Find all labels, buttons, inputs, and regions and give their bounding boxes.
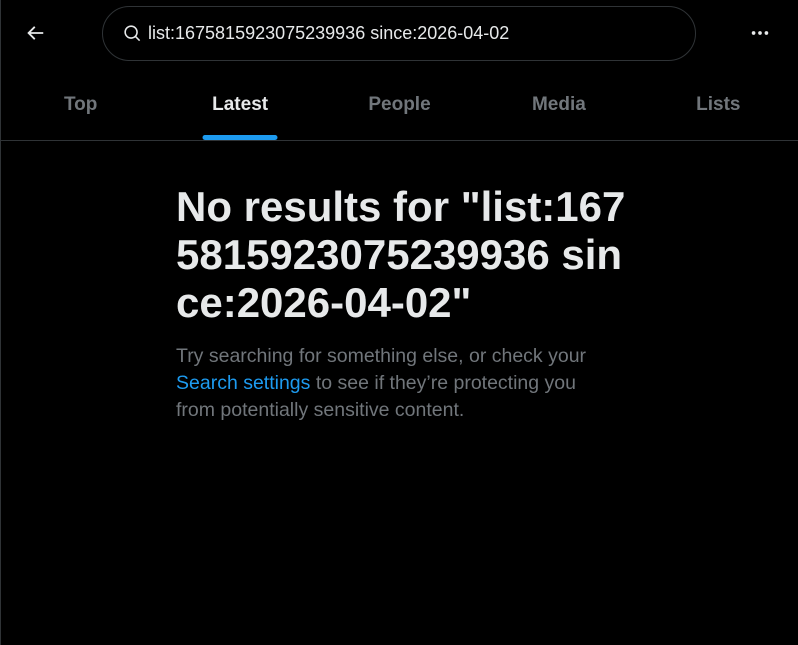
search-tabs: Top Latest People Media Lists: [1, 70, 798, 141]
back-button[interactable]: [16, 16, 54, 54]
tab-label: Lists: [696, 94, 741, 115]
more-horizontal-icon: [749, 22, 771, 49]
empty-desc-text: Try searching for something else, or che…: [176, 345, 587, 367]
search-input[interactable]: [148, 18, 695, 49]
tab-label: Latest: [212, 94, 269, 115]
tab-label: Media: [531, 94, 586, 115]
search-icon: [122, 24, 142, 44]
tab-lists[interactable]: Lists: [639, 70, 798, 140]
empty-state: No results for "list:1675815923075239936…: [176, 183, 628, 424]
tab-media[interactable]: Media: [479, 70, 638, 140]
tab-label: People: [368, 94, 431, 115]
tab-top[interactable]: Top: [1, 70, 160, 140]
search-settings-link[interactable]: Search settings: [176, 372, 310, 394]
search-box[interactable]: [102, 6, 696, 61]
arrow-left-icon: [24, 22, 46, 49]
empty-state-description: Try searching for something else, or che…: [176, 343, 616, 424]
more-options-button[interactable]: [741, 16, 779, 54]
search-header: [0, 0, 798, 68]
tab-people[interactable]: People: [320, 70, 479, 140]
empty-state-title: No results for "list:1675815923075239936…: [176, 183, 626, 326]
tab-latest[interactable]: Latest: [160, 70, 319, 140]
active-tab-indicator: [202, 135, 278, 140]
tab-label: Top: [63, 94, 98, 115]
